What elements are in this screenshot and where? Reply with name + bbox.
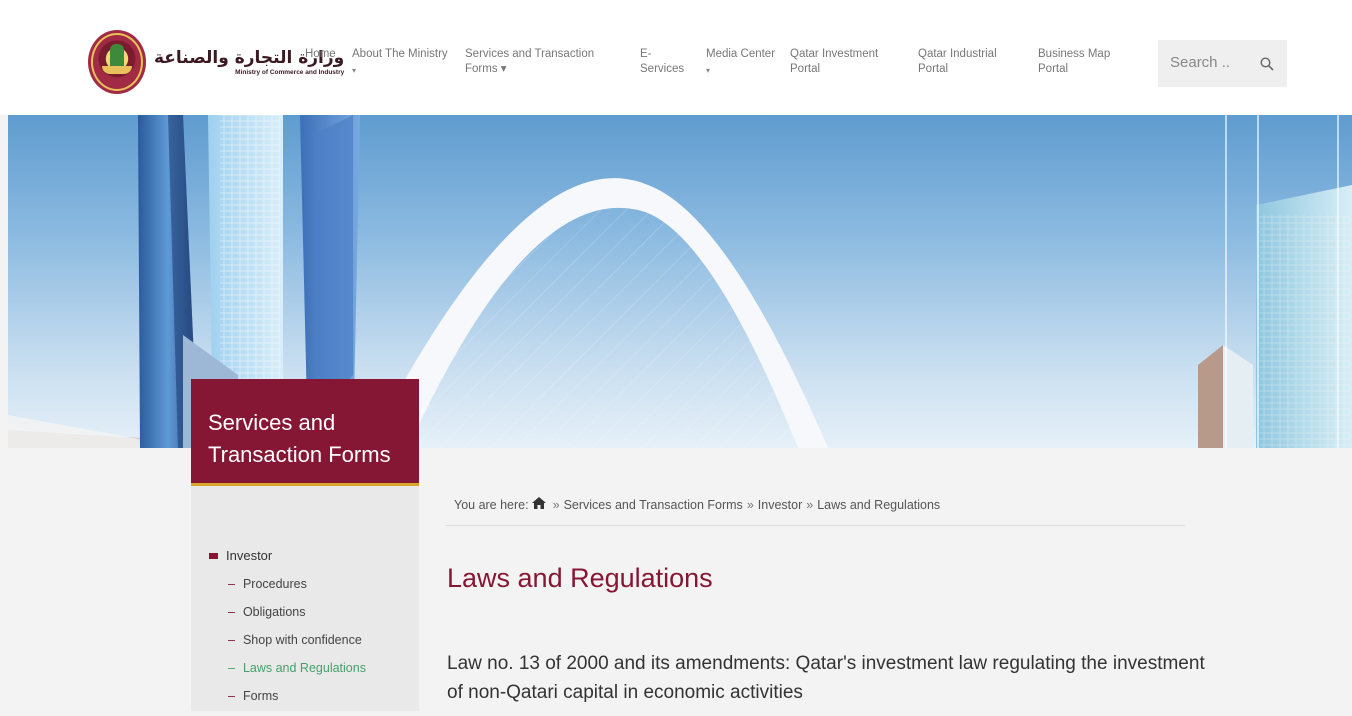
sidebar-title-line2: Transaction Forms <box>208 442 391 467</box>
home-icon[interactable] <box>531 497 546 512</box>
dash-icon: – <box>228 661 235 675</box>
sidebar-item-forms[interactable]: – Forms <box>228 688 366 716</box>
breadcrumb-separator: » <box>746 497 754 512</box>
nav-media-label: Media Center <box>706 48 776 60</box>
breadcrumb-link-services[interactable]: Services and Transaction Forms <box>564 498 743 512</box>
nav-about-label: About The Ministry <box>352 48 448 60</box>
law-link-text[interactable]: Law no. 13 of 2000 and its amendments: Q… <box>447 649 1207 707</box>
breadcrumb-prefix: You are here: <box>454 497 529 512</box>
nav-about-ministry[interactable]: About The Ministry ▾ <box>352 47 448 78</box>
sidebar-title-box: Services and Transaction Forms <box>191 379 419 486</box>
sidebar-item-label: Procedures <box>242 577 307 591</box>
nav-e-services-label: E-Services <box>640 48 685 75</box>
page-title: Laws and Regulations <box>447 563 713 593</box>
nav-business-map-label: Business Map Portal <box>1038 48 1111 75</box>
sidebar-item-obligations[interactable]: – Obligations <box>228 604 366 632</box>
nav-industrial-label: Qatar Industrial Portal <box>918 48 997 75</box>
sidebar-item-label: Shop with confidence <box>242 633 362 647</box>
breadcrumb-current: Laws and Regulations <box>817 497 941 512</box>
search-input[interactable] <box>1170 54 1250 71</box>
sidebar-section-investor[interactable]: Investor <box>209 548 272 563</box>
dash-icon: – <box>228 605 235 619</box>
sidebar-section-label: Investor <box>226 548 273 563</box>
nav-e-services[interactable]: E-Services <box>640 47 688 77</box>
nav-business-map-portal[interactable]: Business Map Portal <box>1038 47 1128 77</box>
sidebar-item-shop-with-confidence[interactable]: – Shop with confidence <box>228 632 366 660</box>
search-button[interactable] <box>1247 40 1287 87</box>
search-icon <box>1260 56 1274 70</box>
chevron-down-icon: ▾ <box>706 66 711 75</box>
search-box <box>1158 40 1287 87</box>
breadcrumb-link-investor[interactable]: Investor <box>758 498 802 512</box>
breadcrumb-divider <box>445 525 1185 526</box>
nav-qatar-industrial-portal[interactable]: Qatar Industrial Portal <box>918 47 1013 77</box>
nav-services-forms[interactable]: Services and Transaction Forms ▾ <box>465 47 605 77</box>
nav-home-label: Home <box>305 48 336 60</box>
nav-investment-label: Qatar Investment Portal <box>790 48 879 75</box>
dash-icon: – <box>228 689 235 703</box>
qatar-emblem-icon <box>88 30 146 94</box>
dash-icon: – <box>228 577 235 591</box>
sidebar-title-line1: Services and <box>208 410 336 435</box>
nav-home[interactable]: Home <box>305 47 336 62</box>
nav-qatar-investment-portal[interactable]: Qatar Investment Portal <box>790 47 895 77</box>
nav-media-center[interactable]: Media Center ▾ <box>706 47 775 78</box>
sidebar-item-laws-and-regulations[interactable]: – Laws and Regulations <box>228 660 366 688</box>
breadcrumb-separator: » <box>552 497 560 512</box>
nav-services-label: Services and Transaction Forms ▾ <box>465 48 595 75</box>
site-header: وزارة التجارة والصناعة Ministry of Comme… <box>0 0 1352 115</box>
sidebar-item-label: Laws and Regulations <box>242 661 366 675</box>
sidebar-sublist: – Procedures – Obligations – Shop with conf… <box>228 576 366 716</box>
breadcrumb: You are here: » Services and Transaction… <box>454 497 940 512</box>
sidebar-item-label: Obligations <box>242 605 306 619</box>
bullet-square-icon <box>209 552 218 559</box>
chevron-down-icon: ▾ <box>352 66 357 75</box>
logo-english-name: Ministry of Commerce and Industry <box>235 69 345 76</box>
sidebar-menu: Investor – Procedures – Obligations – Shop … <box>191 486 419 711</box>
sidebar-item-procedures[interactable]: – Procedures <box>228 576 366 604</box>
ministry-logo[interactable]: وزارة التجارة والصناعة Ministry of Comme… <box>88 30 344 94</box>
dash-icon: – <box>228 633 235 647</box>
sidebar-item-label: Forms <box>242 689 279 703</box>
breadcrumb-separator: » <box>806 497 814 512</box>
